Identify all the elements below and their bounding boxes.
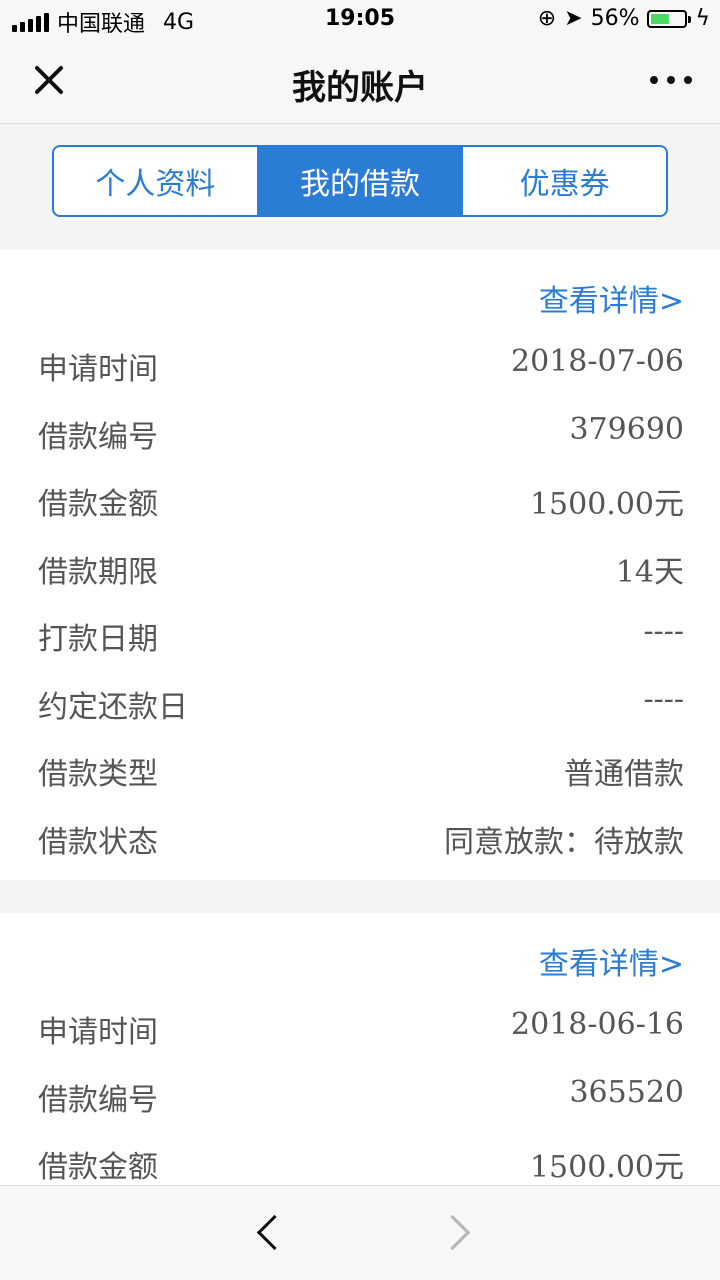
- row-label: 借款期限: [38, 555, 158, 590]
- row-value: 同意放款：待放款: [444, 825, 684, 860]
- row-value: 2018-06-16: [511, 1007, 684, 1042]
- loan-row: 借款类型 普通借款: [0, 749, 720, 799]
- row-label: 打款日期: [38, 622, 158, 657]
- tab-my-loans[interactable]: 我的借款: [256, 147, 462, 215]
- row-label: 借款状态: [38, 825, 158, 860]
- loan-card: 查看详情> 申请时间 2018-06-16 借款编号 365520 借款金额 1…: [0, 913, 720, 1185]
- row-label: 借款金额: [38, 487, 158, 522]
- row-label: 申请时间: [38, 352, 158, 387]
- loan-row: 约定还款日 ----: [0, 682, 720, 732]
- location-icon: ➤: [564, 6, 583, 31]
- tab-profile[interactable]: 个人资料: [54, 147, 257, 215]
- loan-row: 打款日期 ----: [0, 614, 720, 664]
- row-value: 1500.00元: [529, 487, 684, 522]
- row-value: 14天: [615, 555, 684, 590]
- nav-bar: 我的账户: [0, 40, 720, 124]
- row-value: 2018-07-06: [511, 344, 684, 379]
- row-value: 365520: [569, 1075, 684, 1110]
- tab-section: 个人资料 我的借款 优惠券: [0, 124, 720, 250]
- loan-row: 借款金额 1500.00元: [0, 479, 720, 529]
- row-value: ----: [643, 682, 684, 717]
- row-label: 申请时间: [38, 1015, 158, 1050]
- back-arrow-icon[interactable]: [256, 1214, 293, 1251]
- row-label: 借款编号: [38, 420, 158, 455]
- loan-row: 借款期限 14天: [0, 547, 720, 597]
- battery-percent: 56%: [590, 6, 640, 31]
- row-label: 约定还款日: [38, 690, 188, 725]
- row-label: 借款编号: [38, 1083, 158, 1118]
- loan-row: 申请时间 2018-06-16: [0, 1007, 720, 1057]
- browser-toolbar: [0, 1185, 720, 1280]
- view-details-link[interactable]: 查看详情>: [539, 276, 684, 320]
- battery-icon: [647, 9, 692, 28]
- row-value: 1500.00元: [529, 1150, 684, 1185]
- loan-row: 借款编号 379690: [0, 412, 720, 462]
- row-value: 普通借款: [564, 757, 684, 792]
- more-icon[interactable]: [650, 76, 692, 84]
- charging-icon: ϟ: [695, 6, 710, 31]
- loan-row: 借款状态 同意放款：待放款: [0, 817, 720, 867]
- row-value: 379690: [569, 412, 684, 447]
- row-label: 借款类型: [38, 757, 158, 792]
- row-value: ----: [643, 614, 684, 649]
- status-bar: 中国联通 4G 19:05 ⊕ ➤ 56% ϟ: [0, 0, 720, 40]
- loan-row: 借款编号 365520: [0, 1075, 720, 1125]
- forward-arrow-icon[interactable]: [434, 1214, 471, 1251]
- segmented-tabs: 个人资料 我的借款 优惠券: [52, 145, 668, 217]
- tab-coupons[interactable]: 优惠券: [461, 147, 666, 215]
- page-title: 我的账户: [292, 68, 428, 108]
- view-details-link[interactable]: 查看详情>: [539, 939, 684, 983]
- rotation-lock-icon: ⊕: [537, 6, 557, 31]
- loan-row: 申请时间 2018-07-06: [0, 344, 720, 394]
- row-label: 借款金额: [38, 1150, 158, 1185]
- loan-card: 查看详情> 申请时间 2018-07-06 借款编号 379690 借款金额 1…: [0, 250, 720, 880]
